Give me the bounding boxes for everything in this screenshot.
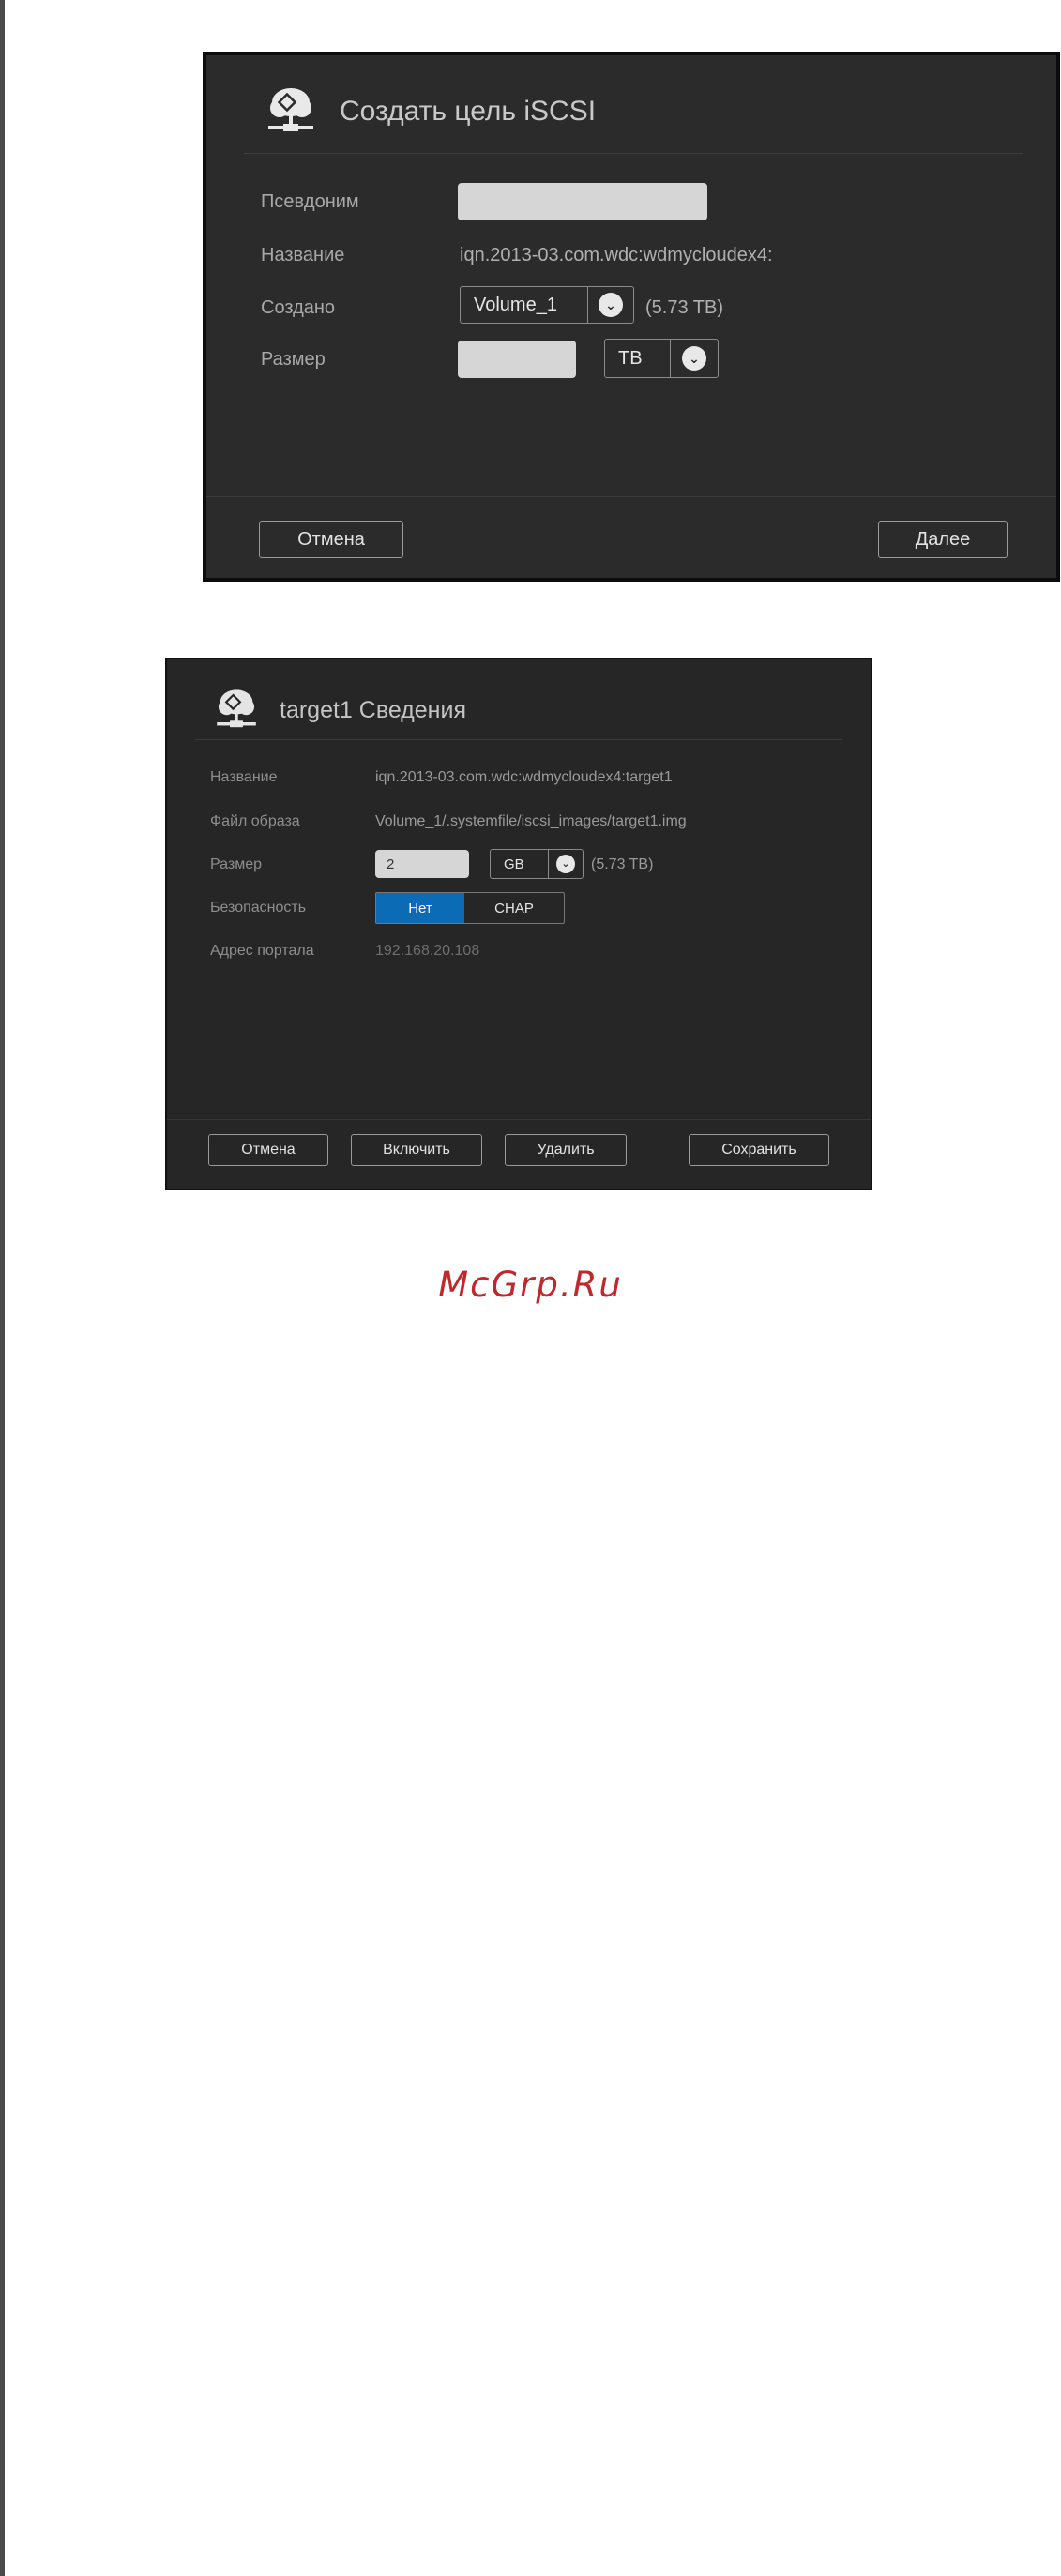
- cloud-network-icon: [217, 689, 256, 728]
- target-details-dialog: target1 Сведения Название iqn.2013-03.co…: [165, 658, 872, 1190]
- name-value: iqn.2013-03.com.wdc:wdmycloudex4:target1: [375, 769, 673, 785]
- size-unit-dropdown-button[interactable]: ⌄: [548, 850, 583, 878]
- dialog-title: Создать цель iSCSI: [340, 96, 597, 127]
- size-input[interactable]: [375, 850, 469, 878]
- enable-button[interactable]: Включить: [351, 1134, 482, 1166]
- chevron-down-icon: ⌄: [556, 855, 575, 873]
- watermark-text: McGrp.Ru: [438, 1265, 623, 1305]
- portal-address-value: 192.168.20.108: [375, 943, 480, 959]
- cancel-button[interactable]: Отмена: [259, 521, 403, 558]
- cancel-button[interactable]: Отмена: [208, 1134, 328, 1166]
- alias-input[interactable]: [458, 183, 707, 220]
- footer-divider: [167, 1119, 871, 1120]
- size-unit-select[interactable]: TB ⌄: [604, 339, 719, 378]
- size-label: Размер: [210, 856, 262, 872]
- name-value: iqn.2013-03.com.wdc:wdmycloudex4:: [460, 245, 773, 265]
- size-unit-select[interactable]: GB ⌄: [490, 849, 584, 879]
- create-iscsi-target-dialog: Создать цель iSCSI Псевдоним Название iq…: [203, 52, 1060, 582]
- volume-select[interactable]: Volume_1 ⌄: [460, 286, 634, 324]
- security-option-chap[interactable]: CHAP: [464, 893, 564, 923]
- portal-address-label: Адрес портала: [210, 943, 314, 959]
- save-button[interactable]: Сохранить: [689, 1134, 829, 1166]
- security-toggle[interactable]: Нет CHAP: [375, 892, 565, 924]
- delete-button[interactable]: Удалить: [505, 1134, 627, 1166]
- volume-dropdown-button[interactable]: ⌄: [587, 287, 633, 323]
- security-label: Безопасность: [210, 900, 307, 916]
- name-label: Название: [210, 769, 278, 785]
- name-label: Название: [261, 245, 345, 265]
- size-unit-value: GB: [504, 856, 524, 872]
- chevron-down-icon: ⌄: [599, 293, 623, 317]
- image-file-label: Файл образа: [210, 813, 300, 829]
- image-file-value: Volume_1/.systemfile/iscsi_images/target…: [375, 813, 687, 829]
- size-input[interactable]: [458, 341, 576, 378]
- size-capacity: (5.73 TB): [591, 856, 654, 872]
- size-unit-dropdown-button[interactable]: ⌄: [670, 340, 718, 377]
- alias-label: Псевдоним: [261, 191, 359, 212]
- volume-capacity: (5.73 TB): [645, 297, 723, 318]
- volume-select-value: Volume_1: [474, 294, 557, 315]
- dialog-header: target1 Сведения: [212, 682, 466, 738]
- dialog-header: Создать цель iSCSI: [263, 83, 596, 140]
- footer-divider: [206, 496, 1056, 497]
- header-divider: [195, 739, 842, 740]
- security-option-none[interactable]: Нет: [376, 893, 464, 923]
- size-unit-value: TB: [618, 347, 643, 369]
- chevron-down-icon: ⌄: [682, 346, 706, 371]
- cloud-network-icon: [268, 88, 313, 131]
- next-button[interactable]: Далее: [878, 521, 1008, 558]
- created-on-label: Создано: [261, 297, 336, 318]
- header-divider: [244, 153, 1023, 154]
- dialog-title: target1 Сведения: [280, 696, 466, 723]
- size-label: Размер: [261, 349, 326, 370]
